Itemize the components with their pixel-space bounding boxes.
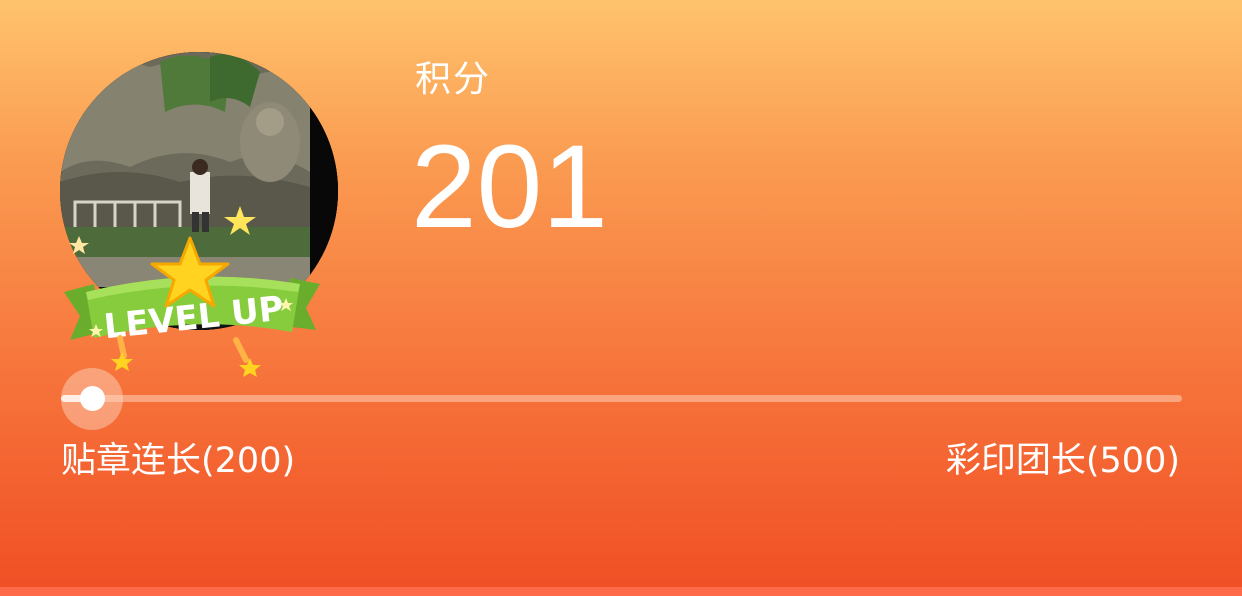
progress-track bbox=[61, 395, 1182, 402]
points-label: 积分 bbox=[415, 59, 492, 100]
avatar-block: LEVEL UP bbox=[58, 52, 338, 382]
current-level-label: 贴章连长(200) bbox=[61, 441, 296, 481]
level-progress-bar bbox=[61, 368, 1182, 430]
level-up-badge: LEVEL UP bbox=[54, 206, 330, 382]
falling-star-icon bbox=[111, 352, 133, 371]
falling-star-icon bbox=[239, 358, 261, 377]
bottom-divider bbox=[0, 587, 1242, 596]
points-value: 201 bbox=[411, 121, 608, 253]
sparkle-star-icon bbox=[69, 236, 89, 254]
next-level-label: 彩印团长(500) bbox=[945, 441, 1180, 481]
progress-knob[interactable] bbox=[80, 386, 105, 411]
